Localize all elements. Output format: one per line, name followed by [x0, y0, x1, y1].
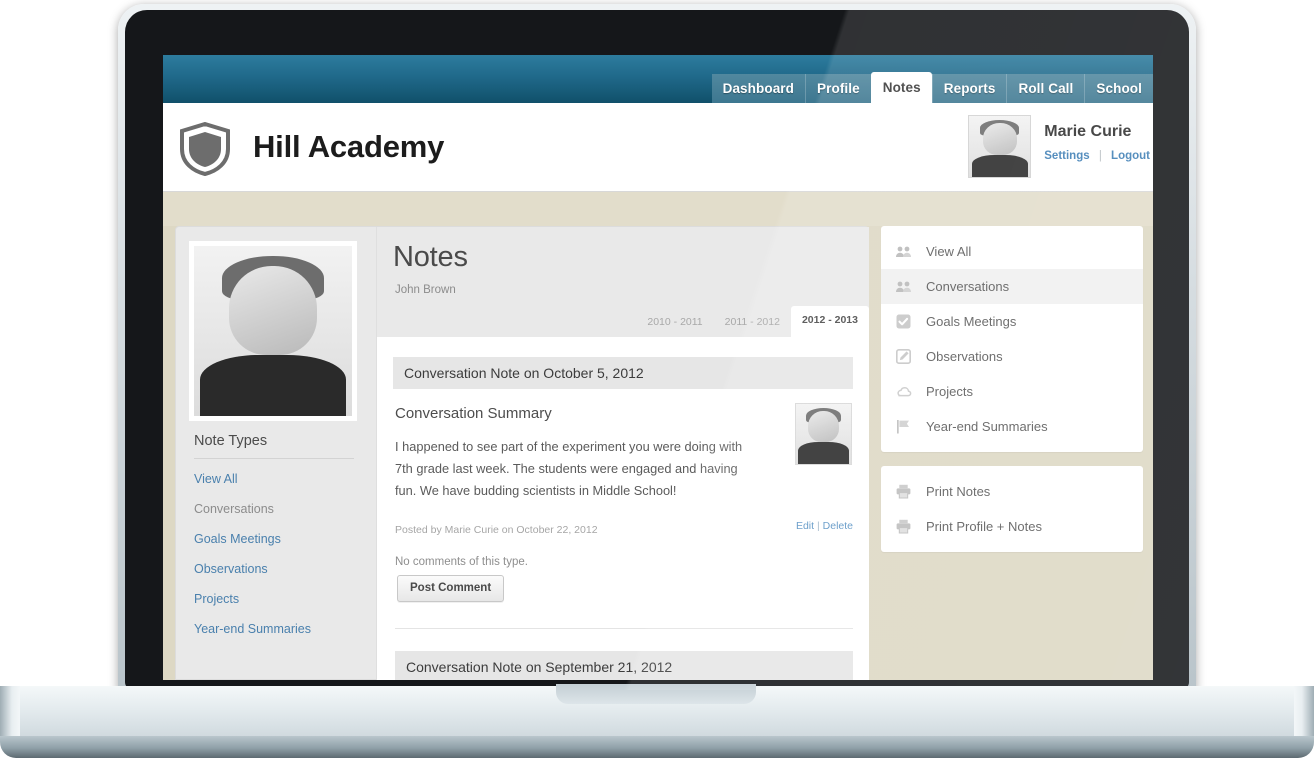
base-edge-left: [0, 686, 20, 738]
rail-item-observations[interactable]: Observations: [881, 339, 1143, 374]
nav-tab-reports[interactable]: Reports: [931, 74, 1007, 103]
print-action-label: Print Profile + Notes: [926, 519, 1042, 534]
rail-item-label: Conversations: [926, 279, 1010, 294]
laptop-base: [0, 684, 1314, 760]
note-date-header: Conversation Note on October 5, 2012: [393, 357, 853, 389]
note-text: I happened to see part of the experiment…: [395, 439, 743, 498]
beige-band: [163, 192, 1153, 226]
people-group-icon: [895, 243, 912, 260]
link-separator: |: [1098, 150, 1102, 162]
note-type-link-observations[interactable]: Observations: [194, 562, 268, 576]
rail-item-projects[interactable]: Projects: [881, 374, 1143, 409]
page-brand-title: Hill Academy: [253, 129, 445, 164]
screen: Dashboard Profile Notes Reports Roll Cal…: [163, 55, 1153, 680]
base-front-lip: [0, 736, 1314, 758]
shield-icon: [179, 121, 231, 177]
note-types-list: View All Conversations Goals Meetings Ob…: [194, 470, 354, 638]
note-types-sidebar: Note Types View All Conversations Goals …: [194, 433, 354, 650]
rail-item-label: View All: [926, 244, 972, 259]
delete-link[interactable]: Delete: [823, 520, 853, 532]
main-content-panel: Note Types View All Conversations Goals …: [175, 226, 869, 680]
laptop-bezel: Dashboard Profile Notes Reports Roll Cal…: [125, 10, 1189, 690]
top-navigation-bar: Dashboard Profile Notes Reports Roll Cal…: [163, 55, 1153, 103]
note-type-link-projects[interactable]: Projects: [194, 592, 239, 606]
post-comment-button[interactable]: Post Comment: [397, 575, 505, 602]
nav-tab-roll-call[interactable]: Roll Call: [1006, 74, 1085, 103]
note-posted-by: Posted by Marie Curie on October 22, 201…: [395, 524, 598, 536]
year-tab-2012-2013[interactable]: 2012 - 2013: [790, 306, 869, 337]
note-author-thumbnail: [795, 403, 852, 465]
note-subheading: Conversation Summary: [395, 405, 552, 422]
print-profile-notes-action[interactable]: Print Profile + Notes: [881, 509, 1143, 544]
year-tab-2010-2011[interactable]: 2010 - 2011: [636, 308, 713, 337]
list-item: Year-end Summaries: [194, 620, 354, 638]
note-types-heading: Note Types: [194, 433, 354, 459]
rail-item-goals-meetings[interactable]: Goals Meetings: [881, 304, 1143, 339]
note-type-link-year-end-summaries[interactable]: Year-end Summaries: [194, 622, 311, 636]
list-item: Goals Meetings: [194, 530, 354, 548]
list-item: Observations: [194, 560, 354, 578]
list-item: View All: [194, 470, 354, 488]
edit-link[interactable]: Edit: [796, 520, 814, 532]
pencil-edit-icon: [895, 348, 912, 365]
avatar[interactable]: [968, 115, 1032, 178]
student-name: John Brown: [395, 284, 456, 296]
print-notes-action[interactable]: Print Notes: [881, 474, 1143, 509]
action-separator: |: [816, 520, 820, 532]
note-type-link-goals-meetings[interactable]: Goals Meetings: [194, 532, 281, 546]
note-date-header: Conversation Note on September 21, 2012: [395, 651, 853, 680]
rail-item-label: Projects: [926, 384, 973, 399]
year-tabs: 2010 - 2011 2011 - 2012 2012 - 2013: [636, 306, 869, 337]
people-group-icon: [895, 278, 912, 295]
print-actions-card: Print Notes Print Profile + Notes: [881, 466, 1143, 552]
note-type-link-conversations[interactable]: Conversations: [194, 502, 274, 516]
base-edge-right: [1294, 686, 1314, 738]
page-body: Note Types View All Conversations Goals …: [163, 192, 1153, 680]
main-nav: Dashboard Profile Notes Reports Roll Cal…: [711, 72, 1153, 103]
user-account-block: Marie Curie Settings | Logout: [968, 115, 1152, 178]
right-sidebar: View All Conversations Goals Meetings Ob…: [881, 226, 1143, 552]
note-body: Conversation Summary I happened to see p…: [393, 389, 853, 680]
note-actions: Edit | Delete: [796, 520, 853, 532]
checkbox-checked-icon: [895, 313, 912, 330]
logout-link[interactable]: Logout: [1111, 150, 1150, 162]
rail-item-label: Goals Meetings: [926, 314, 1017, 329]
rail-item-label: Year-end Summaries: [926, 419, 1048, 434]
branding-header: Hill Academy Marie Curie Settings | Logo…: [163, 103, 1153, 192]
settings-link[interactable]: Settings: [1044, 150, 1089, 162]
nav-tab-notes[interactable]: Notes: [870, 72, 932, 103]
flag-icon: [895, 418, 912, 435]
year-tab-2011-2012[interactable]: 2011 - 2012: [714, 308, 791, 337]
cloud-icon: [895, 383, 912, 400]
note-filter-card: View All Conversations Goals Meetings Ob…: [881, 226, 1143, 452]
user-links: Settings | Logout: [1044, 150, 1152, 162]
nav-tab-school[interactable]: School: [1084, 74, 1153, 103]
rail-item-year-end-summaries[interactable]: Year-end Summaries: [881, 409, 1143, 444]
print-action-label: Print Notes: [926, 484, 991, 499]
nav-tab-dashboard[interactable]: Dashboard: [711, 74, 806, 103]
list-item: Conversations: [194, 500, 354, 518]
notes-content-column: Notes John Brown 2010 - 2011 2011 - 2012…: [376, 227, 869, 680]
printer-icon: [895, 483, 912, 500]
note-divider: [395, 628, 853, 629]
page-title: Notes: [393, 241, 468, 273]
note-type-link-view-all[interactable]: View All: [194, 472, 238, 486]
no-comments-text: No comments of this type.: [395, 556, 528, 568]
rail-item-view-all[interactable]: View All: [881, 234, 1143, 269]
student-photo: [189, 241, 357, 421]
user-name: Marie Curie: [1044, 123, 1132, 140]
note-meta: Posted by Marie Curie on October 22, 201…: [395, 520, 853, 538]
notes-list: Conversation Note on October 5, 2012 Con…: [377, 337, 869, 680]
rail-item-label: Observations: [926, 349, 1003, 364]
list-item: Projects: [194, 590, 354, 608]
nav-tab-profile[interactable]: Profile: [805, 74, 871, 103]
notes-header: Notes John Brown 2010 - 2011 2011 - 2012…: [377, 227, 869, 337]
base-notch: [556, 684, 756, 704]
printer-icon: [895, 518, 912, 535]
laptop-mockup: Dashboard Profile Notes Reports Roll Cal…: [0, 0, 1314, 760]
rail-item-conversations[interactable]: Conversations: [881, 269, 1143, 304]
